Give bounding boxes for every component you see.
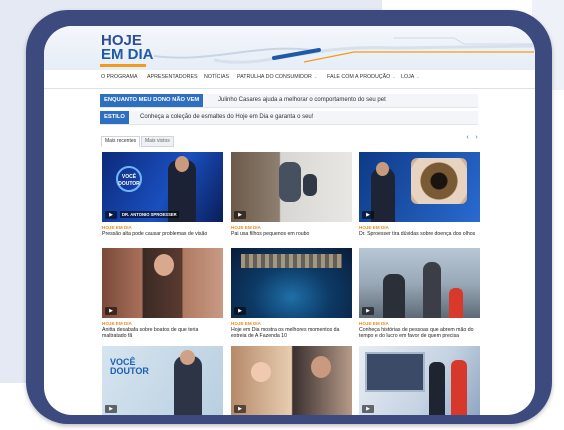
video-card[interactable]: ▶	[359, 346, 480, 415]
card-tag: HOJE EM DIA	[102, 225, 132, 230]
card-title[interactable]: Conheça histórias de pessoas que abrem m…	[359, 327, 480, 340]
chevron-left-icon[interactable]: ‹	[464, 133, 471, 142]
nav-label: O PROGRAMA	[101, 74, 138, 80]
card-tag: HOJE EM DIA	[231, 321, 261, 326]
chevron-down-icon: ⌄	[313, 74, 318, 79]
video-card[interactable]: ▶ HOJE EM DIA Pai usa filhos pequenos em…	[231, 152, 352, 237]
card-title[interactable]: Anitta desabafa sobre boatos de que teri…	[102, 327, 223, 340]
play-icon[interactable]: ▶	[362, 405, 374, 413]
play-icon[interactable]: ▶	[105, 307, 117, 315]
ticker-text: Julinho Casares ajuda a melhorar o compo…	[218, 97, 386, 103]
play-icon[interactable]: ▶	[234, 405, 246, 413]
video-card[interactable]: ▶	[231, 346, 352, 415]
play-icon[interactable]: ▶	[234, 307, 246, 315]
video-thumbnail[interactable]: ▶	[231, 152, 352, 222]
video-card[interactable]: VOCÊ DOUTOR ▶	[102, 346, 223, 415]
play-icon[interactable]: ▶	[362, 307, 374, 315]
thumb-logo: VOCÊ DOUTOR	[110, 357, 149, 376]
video-thumbnail[interactable]: ▶	[359, 248, 480, 318]
play-icon[interactable]: ▶	[105, 405, 117, 413]
nav-item-fale[interactable]: FALE COM A PRODUÇÃO ⌄	[327, 74, 396, 80]
video-thumbnail[interactable]: VOCÊ DOUTOR ▶	[102, 346, 223, 415]
thumb-face	[376, 162, 389, 176]
browser-screen: HOJE EM DIA O PROGRAMA APRESENTADORES NO…	[44, 26, 535, 415]
thumb-screen	[365, 352, 425, 392]
thumb-crowd	[241, 254, 342, 268]
main-nav: O PROGRAMA APRESENTADORES NOTÍCIAS PATRU…	[44, 70, 535, 89]
thumb-face	[180, 350, 195, 365]
nav-item-patrulha[interactable]: PATRULHA DO CONSUMIDOR ⌄	[237, 74, 317, 80]
card-tag: HOJE EM DIA	[231, 225, 261, 230]
thumb-person	[371, 168, 395, 222]
play-icon[interactable]: ▶	[234, 211, 246, 219]
thumb-child	[449, 288, 463, 318]
card-tag: HOJE EM DIA	[359, 321, 389, 326]
video-thumbnail[interactable]: VOCÊ DOUTOR ▶ DR. ANTONIO SPROESSER	[102, 152, 223, 222]
card-tag: HOJE EM DIA	[102, 321, 132, 326]
card-title[interactable]: Pai usa filhos pequenos em roubo	[231, 231, 352, 237]
video-thumbnail[interactable]: ▶	[231, 248, 352, 318]
video-card[interactable]: ▶ HOJE EM DIA Conheça histórias de pesso…	[359, 248, 480, 340]
video-thumbnail[interactable]: ▶	[102, 248, 223, 318]
thumb-face	[154, 254, 174, 276]
card-title[interactable]: Dr. Sproesser tira dúvidas sobre doença …	[359, 231, 480, 237]
play-icon[interactable]: ▶	[105, 211, 117, 219]
thumb-person	[423, 262, 441, 318]
nav-item-noticias[interactable]: NOTÍCIAS	[204, 74, 229, 80]
ticker-tag: ENQUANTO MEU DONO NÃO VEM	[100, 94, 204, 107]
thumb-person	[429, 362, 445, 415]
tab-mais-vistos[interactable]: Mais vistos	[141, 136, 174, 147]
logo-underline	[100, 64, 146, 67]
play-icon[interactable]: ▶	[362, 211, 374, 219]
chevron-down-icon: ⌄	[392, 74, 396, 79]
thumb-caption: DR. ANTONIO SPROESSER	[120, 211, 179, 218]
video-card[interactable]: ▶ HOJE EM DIA Anitta desabafa sobre boat…	[102, 248, 223, 340]
header-decoration	[154, 37, 534, 64]
nav-label: NOTÍCIAS	[204, 74, 230, 80]
nav-label: PATRULHA DO CONSUMIDOR	[237, 74, 312, 80]
nav-label: APRESENTADORES	[147, 74, 198, 80]
nav-item-apresentadores[interactable]: APRESENTADORES	[147, 74, 198, 80]
video-thumbnail[interactable]: ▶	[359, 152, 480, 222]
video-thumbnail[interactable]: ▶	[359, 346, 480, 415]
site-logo[interactable]: HOJE EM DIA	[101, 33, 154, 63]
nav-label: FALE COM A PRODUÇÃO	[327, 74, 391, 80]
site-header: HOJE EM DIA	[44, 26, 535, 70]
thumb-face	[311, 356, 331, 378]
ticker-text: Conheça a coleção de esmaltes do Hoje em…	[140, 114, 314, 120]
card-tag: HOJE EM DIA	[359, 225, 389, 230]
video-thumbnail[interactable]: ▶	[231, 346, 352, 415]
nav-item-programa[interactable]: O PROGRAMA	[101, 74, 138, 80]
chevron-right-icon[interactable]: ›	[473, 133, 480, 142]
chevron-down-icon: ⌄	[416, 74, 420, 79]
video-card[interactable]: ▶ HOJE EM DIA Dr. Sproesser tira dúvidas…	[359, 152, 480, 237]
ticker-estilo[interactable]: ESTILO Conheça a coleção de esmaltes do …	[100, 111, 478, 125]
ticker-tag: ESTILO	[100, 111, 129, 124]
card-title[interactable]: Pressão alta pode causar problemas de vi…	[102, 231, 223, 237]
thumb-person	[279, 162, 301, 202]
nav-label: LOJA	[401, 74, 415, 80]
logo-line-2: EM DIA	[101, 46, 154, 63]
tab-mais-recentes[interactable]: Mais recentes	[101, 136, 141, 147]
thumb-face	[251, 362, 271, 382]
video-card[interactable]: ▶ HOJE EM DIA Hoje em Dia mostra os melh…	[231, 248, 352, 340]
nav-item-loja[interactable]: LOJA ⌄	[401, 74, 420, 80]
thumb-logo: VOCÊ DOUTOR	[116, 166, 142, 192]
thumb-person	[383, 274, 405, 318]
thumb-eye	[411, 158, 467, 204]
thumb-face	[175, 156, 189, 172]
thumb-child	[303, 174, 317, 196]
card-title[interactable]: Hoje em Dia mostra os melhores momentos …	[231, 327, 352, 340]
video-card[interactable]: VOCÊ DOUTOR ▶ DR. ANTONIO SPROESSER HOJE…	[102, 152, 223, 237]
ticker-pet[interactable]: ENQUANTO MEU DONO NÃO VEM Julinho Casare…	[100, 94, 478, 108]
thumb-person	[451, 360, 467, 415]
